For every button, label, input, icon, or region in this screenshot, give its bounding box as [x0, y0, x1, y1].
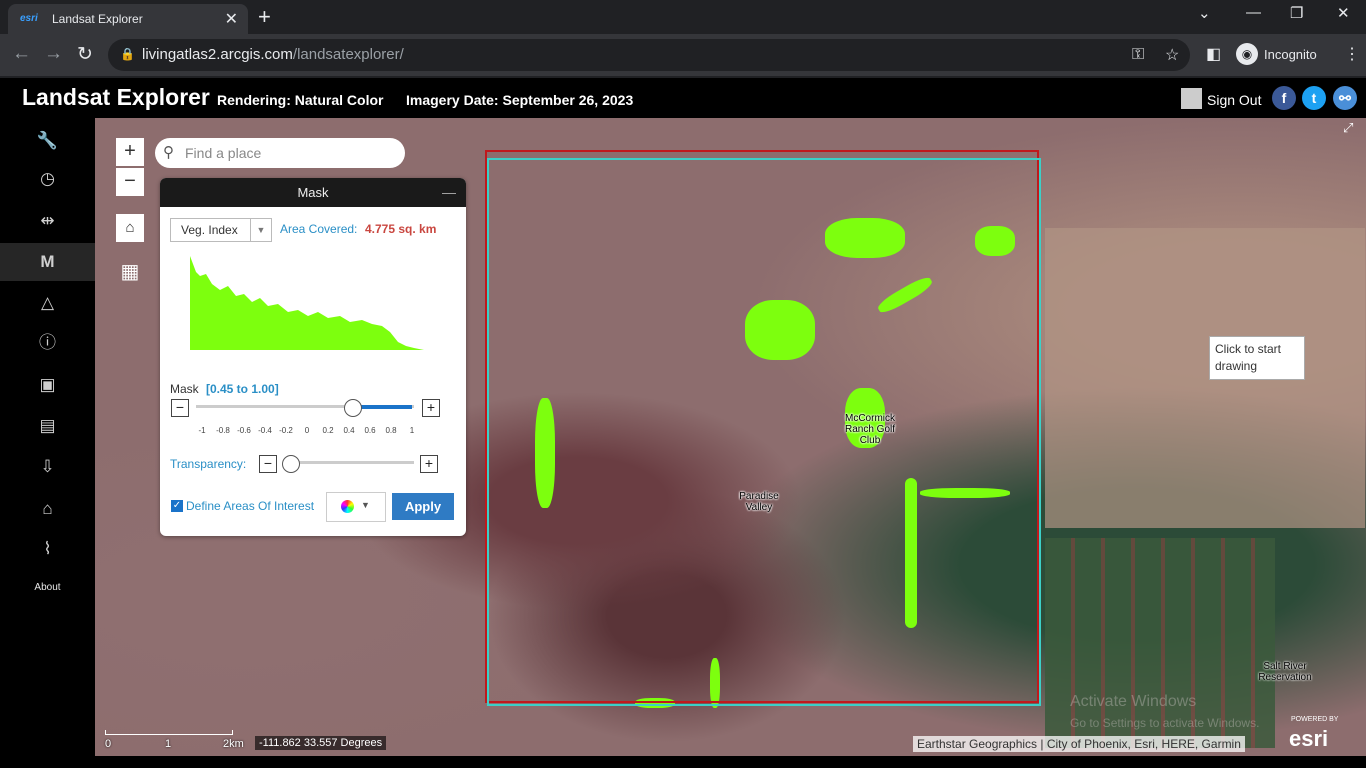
esri-powered-label: POWERED BY: [1291, 716, 1339, 723]
close-window-icon[interactable]: ✕: [1337, 4, 1350, 22]
restore-icon[interactable]: ❐: [1290, 4, 1303, 22]
twitter-icon[interactable]: t: [1302, 86, 1326, 110]
chevron-down-icon: ▼: [361, 500, 370, 510]
story-icon[interactable]: ⌇: [0, 530, 95, 568]
user-avatar: [1181, 88, 1202, 109]
browser-toolbar: ← → ↻ 🔒 livingatlas2.arcgis.com/landsate…: [0, 34, 1366, 76]
windows-watermark-title: Activate Windows: [1070, 693, 1197, 710]
index-select-value: Veg. Index: [181, 223, 238, 237]
area-covered-label: Area Covered:: [280, 222, 358, 236]
mask-label: Mask: [170, 382, 199, 396]
transparency-label: Transparency:: [170, 457, 247, 471]
app-title: Landsat Explorer: [22, 84, 210, 110]
incognito-indicator[interactable]: ◉ Incognito: [1234, 41, 1354, 69]
index-select[interactable]: Veg. Index ▼: [170, 218, 272, 242]
tab-title: Landsat Explorer: [52, 12, 143, 26]
triangle-icon[interactable]: △: [0, 284, 95, 322]
browser-tab[interactable]: esri Landsat Explorer ✕: [8, 4, 248, 34]
about-link[interactable]: About: [0, 582, 95, 593]
browser-tabstrip: esri Landsat Explorer ✕ + ⌄ — ❐ ✕: [0, 0, 1366, 34]
mask-panel-header[interactable]: Mask —: [160, 178, 466, 207]
salt-river-label: Salt River Reservation: [1258, 661, 1312, 683]
scale-bar: [105, 730, 233, 735]
menu-icon[interactable]: ⋮: [1344, 44, 1360, 64]
apply-button[interactable]: Apply: [392, 493, 454, 520]
sidepanel-icon[interactable]: ◧: [1206, 44, 1221, 64]
app-header: Landsat Explorer Rendering: Natural Colo…: [0, 78, 1366, 118]
incognito-icon: ◉: [1236, 43, 1258, 65]
incognito-label: Incognito: [1264, 47, 1317, 62]
coordinates-readout[interactable]: -111.862 33.557 Degrees: [255, 736, 387, 750]
map-attribution: Earthstar Geographics | City of Phoenix,…: [913, 736, 1245, 752]
draw-tooltip: Click to start drawing: [1209, 336, 1305, 380]
mccormick-label: McCormick Ranch Golf Club: [844, 413, 896, 446]
zoom-out-button[interactable]: −: [116, 168, 144, 196]
scale-label-0: 0: [105, 738, 112, 750]
desert-area: [1045, 228, 1365, 528]
url-text: livingatlas2.arcgis.com/landsatexplorer/: [142, 46, 404, 63]
rendering-label[interactable]: Rendering: Natural Color: [217, 92, 383, 108]
search-box[interactable]: ⚲ Find a place: [155, 138, 405, 168]
search-placeholder: Find a place: [185, 145, 262, 161]
esri-logo[interactable]: esri: [1289, 726, 1328, 752]
expand-icon[interactable]: ⤢: [1343, 120, 1353, 136]
reload-icon[interactable]: ↻: [77, 43, 93, 66]
close-tab-icon[interactable]: ✕: [225, 9, 238, 29]
address-bar[interactable]: 🔒 livingatlas2.arcgis.com/landsatexplore…: [108, 39, 1190, 71]
wrench-icon[interactable]: 🔧: [0, 122, 95, 160]
mask-decrease-button[interactable]: −: [171, 399, 189, 417]
define-aoi-label[interactable]: Define Areas Of Interest: [186, 499, 314, 513]
new-tab-icon[interactable]: +: [258, 4, 271, 30]
home-button[interactable]: ⌂: [116, 214, 144, 242]
bookmark-star-icon[interactable]: ☆: [1165, 45, 1179, 65]
scale-label-2: 2km: [223, 738, 244, 750]
info-icon[interactable]: ⓘ: [0, 324, 95, 362]
save-icon[interactable]: ▤: [0, 407, 95, 445]
minimize-panel-icon[interactable]: —: [442, 178, 456, 207]
chevron-down-icon: ▼: [250, 219, 271, 241]
tab-search-icon[interactable]: ⌄: [1198, 4, 1211, 22]
mask-panel-title: Mask: [297, 185, 329, 200]
mask-slider-handle[interactable]: [344, 399, 362, 417]
basemap-grid-icon[interactable]: ▦: [116, 258, 144, 286]
search-icon: ⚲: [163, 144, 174, 161]
back-icon[interactable]: ←: [12, 43, 31, 65]
color-picker-button[interactable]: ▼: [326, 492, 386, 522]
transparency-increase-button[interactable]: +: [420, 455, 438, 473]
swipe-icon[interactable]: ⇹: [0, 202, 95, 240]
sign-out-label: Sign Out: [1207, 92, 1262, 108]
mask-icon[interactable]: M: [0, 243, 95, 281]
transparency-decrease-button[interactable]: −: [259, 455, 277, 473]
tick-label: 1: [409, 426, 415, 435]
color-wheel-icon: [341, 500, 354, 513]
graduation-cap-icon[interactable]: ⌂: [0, 490, 95, 528]
tool-sidebar: 🔧 ◷ ⇹ M △ ⓘ ▣ ▤ ⇩ ⌂ ⌇ About: [0, 118, 95, 768]
windows-watermark-sub: Go to Settings to activate Windows.: [1070, 716, 1260, 730]
scale-label-1: 1: [165, 738, 172, 750]
link-icon[interactable]: ⚯: [1333, 86, 1357, 110]
area-of-interest-cyan[interactable]: [487, 158, 1041, 706]
download-icon[interactable]: ⇩: [0, 448, 95, 486]
minimize-icon[interactable]: —: [1246, 4, 1261, 21]
imagery-date-label[interactable]: Imagery Date: September 26, 2023: [406, 92, 633, 108]
transparency-slider-handle[interactable]: [282, 455, 300, 473]
esri-favicon: esri: [20, 13, 38, 24]
zoom-in-button[interactable]: +: [116, 138, 144, 166]
facebook-icon[interactable]: f: [1272, 86, 1296, 110]
key-icon[interactable]: ⚿: [1132, 46, 1144, 64]
area-covered-value: 4.775 sq. km: [365, 222, 437, 236]
index-histogram: [190, 256, 424, 350]
book-icon[interactable]: ▣: [0, 366, 95, 404]
forward-icon[interactable]: →: [44, 43, 63, 65]
lock-icon: 🔒: [120, 47, 135, 61]
clock-icon[interactable]: ◷: [0, 160, 95, 198]
mask-range-label: [0.45 to 1.00]: [206, 382, 279, 396]
transparency-slider-track[interactable]: [284, 461, 414, 464]
mask-increase-button[interactable]: +: [422, 399, 440, 417]
mask-panel: Mask — Veg. Index ▼ Area Covered: 4.775 …: [160, 178, 466, 536]
paradise-valley-label: Paradise Valley: [739, 491, 779, 513]
define-aoi-checkbox[interactable]: ✓: [171, 500, 183, 512]
